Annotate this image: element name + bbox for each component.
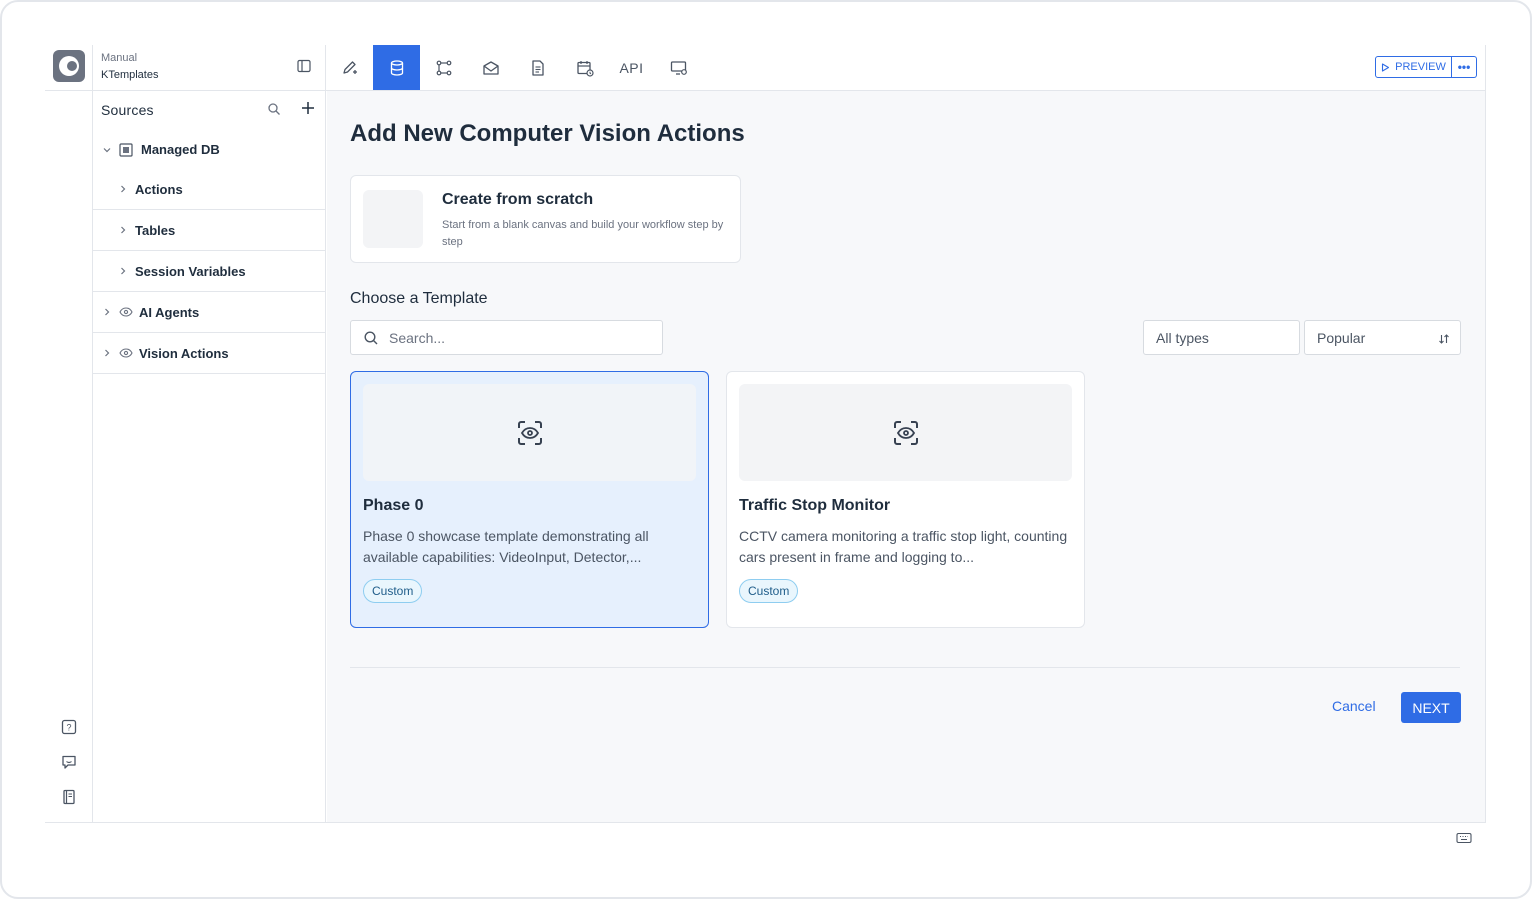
tree-item-managed-db[interactable]: Managed DB bbox=[93, 129, 326, 170]
tree-item-label: Actions bbox=[135, 181, 183, 197]
monitor-tool-button[interactable] bbox=[655, 45, 702, 90]
database-icon bbox=[390, 59, 403, 76]
template-name: Phase 0 bbox=[363, 497, 424, 514]
edit-tool-button[interactable] bbox=[326, 45, 373, 90]
tree-item-label: Vision Actions bbox=[139, 345, 229, 361]
database-tool-button[interactable] bbox=[373, 45, 420, 90]
template-description: Phase 0 showcase template demonstrating … bbox=[363, 528, 649, 565]
chevron-right-icon bbox=[101, 347, 113, 359]
help-icon[interactable]: ? bbox=[59, 717, 79, 737]
search-input[interactable] bbox=[389, 329, 639, 346]
page-title: Add New Computer Vision Actions bbox=[350, 120, 745, 147]
document-tool-button[interactable] bbox=[514, 45, 561, 90]
project-type: Manual bbox=[101, 52, 138, 64]
main-content: Add New Computer Vision Actions Create f… bbox=[327, 91, 1485, 822]
tree-item-label: Tables bbox=[135, 222, 176, 238]
eye-scan-icon bbox=[893, 420, 918, 445]
type-filter-select[interactable]: All types bbox=[1143, 320, 1300, 355]
edit-icon bbox=[342, 60, 357, 74]
template-search[interactable] bbox=[350, 320, 663, 355]
workflow-tool-button[interactable] bbox=[420, 45, 467, 90]
svg-text:?: ? bbox=[66, 723, 71, 733]
template-card-traffic-stop-monitor[interactable]: Traffic Stop Monitor CCTV camera monitor… bbox=[726, 371, 1085, 628]
scratch-title: Create from scratch bbox=[442, 191, 594, 208]
calendar-icon bbox=[576, 60, 594, 77]
book-icon[interactable] bbox=[59, 787, 79, 807]
chevron-down-icon bbox=[101, 144, 113, 156]
type-filter-value: All types bbox=[1156, 329, 1209, 346]
template-card-phase-0[interactable]: Phase 0 Phase 0 showcase template demons… bbox=[350, 371, 709, 628]
right-border bbox=[1485, 45, 1486, 822]
sort-select[interactable]: Popular bbox=[1304, 320, 1461, 355]
workflow-icon bbox=[436, 60, 451, 75]
chevron-right-icon bbox=[101, 306, 113, 318]
create-from-scratch-card[interactable]: Create from scratch Start from a blank c… bbox=[350, 175, 741, 263]
tree-item-tables[interactable]: Tables bbox=[93, 210, 326, 251]
template-name: Traffic Stop Monitor bbox=[739, 497, 891, 514]
template-badge: Custom bbox=[739, 579, 799, 603]
search-sources-icon[interactable] bbox=[267, 102, 281, 116]
sources-sidebar: Manual KTemplates Sources Managed DB Act… bbox=[45, 45, 327, 822]
calendar-tool-button[interactable] bbox=[561, 45, 608, 90]
api-label: API bbox=[619, 59, 644, 76]
document-icon bbox=[531, 59, 544, 76]
cancel-button[interactable]: Cancel bbox=[1332, 698, 1376, 714]
preview-label: PREVIEW bbox=[1395, 61, 1446, 73]
api-tool-button[interactable]: API bbox=[608, 45, 655, 90]
template-thumbnail bbox=[363, 384, 696, 481]
eye-icon bbox=[119, 305, 133, 319]
eye-icon bbox=[119, 346, 133, 360]
mail-icon bbox=[482, 60, 499, 75]
scratch-thumbnail bbox=[363, 190, 423, 248]
project-name: KTemplates bbox=[101, 69, 159, 81]
bottom-border bbox=[45, 822, 1486, 823]
keyboard-icon[interactable] bbox=[1456, 831, 1472, 844]
template-description: CCTV camera monitoring a traffic stop li… bbox=[739, 528, 1068, 565]
chevron-right-icon bbox=[117, 224, 129, 236]
mail-tool-button[interactable] bbox=[467, 45, 514, 90]
more-icon: ••• bbox=[1457, 60, 1471, 74]
tree-item-label: Managed DB bbox=[141, 142, 220, 157]
next-button[interactable]: NEXT bbox=[1401, 692, 1461, 723]
template-badge: Custom bbox=[363, 579, 423, 603]
sources-heading: Sources bbox=[101, 102, 154, 118]
tree-item-ai-agents[interactable]: AI Agents bbox=[93, 292, 326, 333]
footer-divider bbox=[350, 667, 1460, 668]
sidebar-divider bbox=[45, 90, 327, 91]
left-rail: ? bbox=[45, 45, 93, 822]
search-icon bbox=[364, 330, 378, 344]
play-icon bbox=[1382, 62, 1390, 72]
collapse-sidebar-icon[interactable] bbox=[297, 59, 311, 73]
tree-item-label: Session Variables bbox=[135, 263, 246, 279]
template-thumbnail bbox=[739, 384, 1072, 481]
tree-item-actions[interactable]: Actions bbox=[93, 169, 326, 210]
tree-item-vision-actions[interactable]: Vision Actions bbox=[93, 333, 326, 374]
choose-template-heading: Choose a Template bbox=[350, 290, 488, 307]
chevron-right-icon bbox=[117, 265, 129, 277]
monitor-settings-icon bbox=[670, 60, 687, 75]
chat-icon[interactable] bbox=[59, 752, 79, 772]
logo-icon bbox=[59, 56, 79, 76]
tree-item-session-variables[interactable]: Session Variables bbox=[93, 251, 326, 292]
sort-value: Popular bbox=[1317, 329, 1366, 346]
top-toolbar: API PREVIEW ••• bbox=[326, 45, 1486, 91]
app-logo[interactable] bbox=[53, 50, 85, 82]
add-source-icon[interactable] bbox=[300, 100, 316, 116]
scratch-description: Start from a blank canvas and build your… bbox=[442, 219, 724, 248]
tree-item-label: AI Agents bbox=[139, 304, 200, 320]
chevron-right-icon bbox=[117, 183, 129, 195]
more-options-button[interactable]: ••• bbox=[1452, 56, 1477, 78]
project-info: Manual KTemplates bbox=[101, 52, 158, 81]
eye-scan-icon bbox=[517, 420, 542, 445]
database-icon bbox=[119, 142, 133, 157]
preview-button[interactable]: PREVIEW bbox=[1375, 56, 1452, 78]
sort-icon bbox=[1438, 332, 1450, 344]
